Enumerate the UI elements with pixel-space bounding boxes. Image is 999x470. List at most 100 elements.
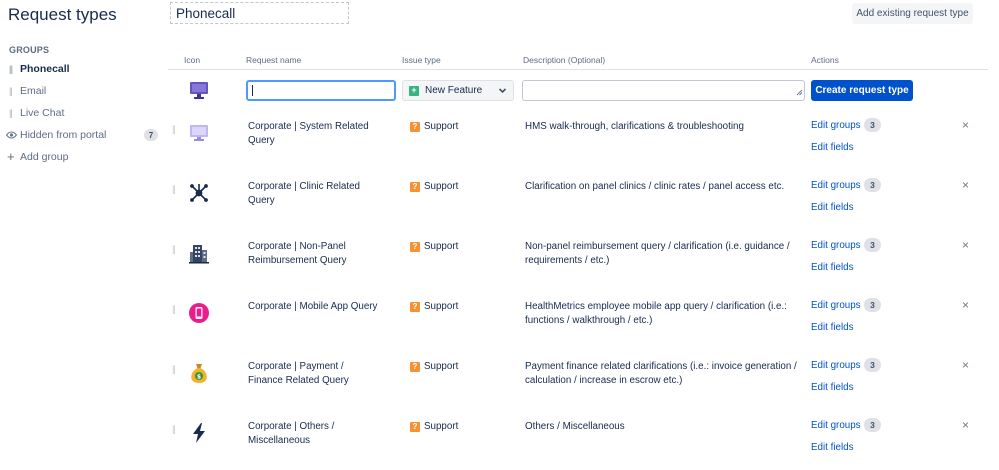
table-row: || Corporate | System Related Query ? Sup…: [168, 116, 988, 176]
drag-handle-icon[interactable]: ||: [172, 124, 176, 134]
drag-handle-icon[interactable]: ||: [172, 244, 176, 254]
drag-handle-icon[interactable]: ||: [172, 424, 176, 434]
group-item-label: Email: [20, 85, 47, 97]
issue-type-label: Support: [424, 121, 459, 132]
request-name: Corporate | Clinic Related Query: [248, 181, 360, 206]
edit-fields-link[interactable]: Edit fields: [811, 202, 853, 213]
issue-type-label: Support: [424, 181, 459, 192]
support-icon: ?: [410, 301, 420, 312]
edit-fields-link[interactable]: Edit fields: [811, 142, 853, 153]
drag-handle-icon[interactable]: ||: [6, 108, 20, 118]
request-name: Corporate | System Related Query: [248, 121, 369, 146]
new-feature-icon: +: [409, 85, 419, 96]
group-item-email[interactable]: || Email: [6, 82, 158, 100]
edit-groups-link[interactable]: Edit groups: [811, 120, 861, 131]
create-request-type-button[interactable]: Create request type: [811, 80, 913, 101]
sidebar: Request types GROUPS || Phonecall || Ema…: [0, 0, 160, 470]
group-item-hidden-from-portal[interactable]: Hidden from portal 7: [6, 126, 158, 144]
group-item-live-chat[interactable]: || Live Chat: [6, 104, 158, 122]
issue-type-label: Support: [424, 421, 459, 432]
drag-handle-icon[interactable]: ||: [172, 364, 176, 374]
support-icon: ?: [410, 241, 420, 252]
page-title: Request types: [8, 5, 117, 24]
request-name: Corporate | Non-Panel Reimbursement Quer…: [248, 241, 347, 266]
table-row: || Corporate | Non-Panel Reimbursement Q…: [168, 236, 988, 296]
eye-icon: [6, 131, 20, 139]
issue-type-label: Support: [424, 241, 459, 252]
request-description: Non-panel reimbursement query / clarific…: [525, 241, 790, 266]
edit-fields-link[interactable]: Edit fields: [811, 262, 853, 273]
lightning-icon: [188, 422, 210, 444]
request-description: Others / Miscellaneous: [525, 421, 625, 432]
chevron-down-icon: [498, 86, 507, 98]
support-icon: ?: [410, 181, 420, 192]
issue-type: ? Support: [410, 181, 458, 192]
column-header-icon: Icon: [184, 55, 201, 65]
remove-icon[interactable]: ×: [962, 418, 969, 432]
edit-fields-link[interactable]: Edit fields: [811, 322, 853, 333]
issue-type-selected-label: New Feature: [425, 85, 483, 96]
mobile-phone-icon: [188, 302, 210, 324]
column-header-issue-type: Issue type: [402, 55, 441, 65]
edit-groups-link[interactable]: Edit groups: [811, 420, 861, 431]
edit-groups-link[interactable]: Edit groups: [811, 240, 861, 251]
group-count-badge: 3: [864, 178, 881, 192]
request-name: Corporate | Mobile App Query: [248, 301, 378, 312]
edit-fields-link[interactable]: Edit fields: [811, 382, 853, 393]
issue-type-label: Support: [424, 361, 459, 372]
monitor-icon: [190, 82, 208, 99]
request-name: Corporate | Payment / Finance Related Qu…: [248, 361, 349, 386]
request-description: HMS walk-through, clarifications & troub…: [525, 121, 744, 132]
table-row: || $ Corporate | Payment / Finance Relat…: [168, 356, 988, 416]
group-item-label: Hidden from portal: [20, 129, 107, 141]
table-row: || Corporate | Mobile App Query ? Support…: [168, 296, 988, 356]
issue-type-label: Support: [424, 301, 459, 312]
table-row: || Corporate | Others / Miscellaneous ? S…: [168, 416, 988, 470]
add-existing-request-type-button[interactable]: Add existing request type: [852, 3, 973, 24]
drag-handle-icon[interactable]: ||: [172, 184, 176, 194]
remove-icon[interactable]: ×: [962, 298, 969, 312]
support-icon: ?: [410, 361, 420, 372]
group-count-badge: 3: [864, 118, 881, 132]
issue-type: ? Support: [410, 301, 458, 312]
column-header-description: Description (Optional): [523, 55, 606, 65]
resize-grip-icon[interactable]: [796, 87, 803, 99]
drag-handle-icon[interactable]: ||: [6, 86, 20, 96]
column-header-request-name: Request name: [246, 55, 302, 65]
request-icon-picker[interactable]: [188, 80, 210, 103]
add-group-button[interactable]: + Add group: [6, 149, 68, 164]
edit-groups-link[interactable]: Edit groups: [811, 180, 861, 191]
drag-handle-icon[interactable]: ||: [6, 64, 20, 74]
plus-icon: +: [7, 149, 15, 164]
group-name-editable[interactable]: Phonecall: [170, 2, 349, 24]
remove-icon[interactable]: ×: [962, 118, 969, 132]
text-caret: [252, 85, 253, 96]
remove-icon[interactable]: ×: [962, 358, 969, 372]
remove-icon[interactable]: ×: [962, 238, 969, 252]
edit-groups-link[interactable]: Edit groups: [811, 300, 861, 311]
issue-type-select[interactable]: + New Feature: [402, 80, 514, 101]
add-group-label: Add group: [20, 150, 69, 163]
monitor-icon: [188, 122, 210, 144]
issue-type: ? Support: [410, 421, 458, 432]
request-name: Corporate | Others / Miscellaneous: [248, 421, 335, 446]
column-header-actions: Actions: [811, 55, 839, 65]
description-textarea[interactable]: [522, 80, 805, 101]
remove-icon[interactable]: ×: [962, 178, 969, 192]
support-icon: ?: [410, 121, 420, 132]
issue-type: ? Support: [410, 361, 458, 372]
edit-groups-link[interactable]: Edit groups: [811, 360, 861, 371]
edit-fields-link[interactable]: Edit fields: [811, 442, 853, 453]
request-description: Payment finance related clarifications (…: [525, 361, 797, 386]
group-count-badge: 3: [864, 298, 881, 312]
money-bag-icon: $: [188, 362, 210, 384]
request-description: Clarification on panel clinics / clinic …: [525, 181, 785, 192]
drag-handle-icon[interactable]: ||: [172, 304, 176, 314]
table-row: || Corporate | Clinic Related Query ? Sup…: [168, 176, 988, 236]
group-item-label: Live Chat: [20, 107, 65, 119]
request-name-input[interactable]: [246, 80, 396, 101]
group-count-badge: 3: [864, 238, 881, 252]
request-description: HealthMetrics employee mobile app query …: [525, 301, 787, 326]
group-item-phonecall[interactable]: || Phonecall: [6, 60, 158, 78]
group-item-label: Phonecall: [20, 63, 70, 75]
